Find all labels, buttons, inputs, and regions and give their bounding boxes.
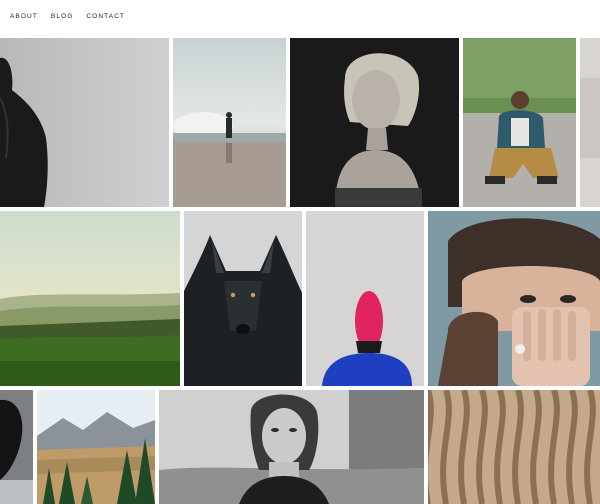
photo-dark-profile[interactable] (0, 390, 33, 504)
photo-green-hills[interactable] (0, 211, 180, 386)
photo-black-wolf[interactable] (184, 211, 302, 386)
nav-blog-link[interactable]: BLOG (51, 13, 73, 20)
nav-contact-link[interactable]: CONTACT (86, 13, 125, 20)
photo-wavy-texture[interactable] (428, 390, 600, 504)
photo-mountain-forest[interactable] (37, 390, 155, 504)
main-nav: ABOUT BLOG CONTACT (10, 13, 138, 20)
photo-woman-fur-hat[interactable] (428, 211, 600, 386)
photo-man-back[interactable] (0, 38, 169, 207)
nav-about-link[interactable]: ABOUT (10, 13, 38, 20)
photo-red-mask[interactable] (306, 211, 424, 386)
photo-blonde-woman[interactable] (290, 38, 459, 207)
photo-sea-wave[interactable] (173, 38, 286, 207)
photo-woman-wet-hair[interactable] (159, 390, 424, 504)
photo-man-road[interactable] (463, 38, 576, 207)
photo-partial[interactable] (580, 38, 600, 207)
